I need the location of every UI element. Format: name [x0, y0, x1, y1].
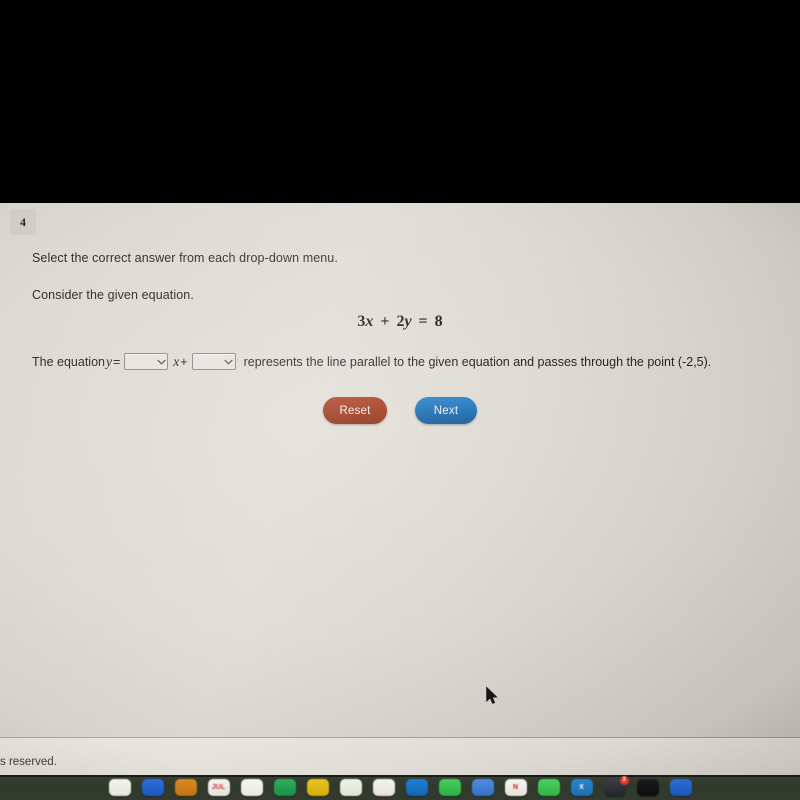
app-icon-green-facetime[interactable] [438, 779, 461, 796]
app-icon-green-chat[interactable] [537, 779, 560, 796]
app-icon-white-contacts[interactable] [240, 779, 263, 796]
app-icon-blue-document[interactable] [141, 779, 164, 796]
equation-operator: + [380, 313, 390, 330]
dock-notification-badge: 3 [619, 776, 629, 785]
app-icon-maps[interactable] [339, 779, 362, 796]
action-button-row: Reset Next [0, 397, 800, 424]
answer-sentence: The equation y = x + represents the line… [32, 353, 711, 370]
equation-var-x: x [365, 313, 374, 330]
question-number-badge: 4 [10, 209, 36, 235]
answer-lead-text: The equation [32, 354, 105, 369]
app-icon-yellow-notes[interactable] [306, 779, 329, 796]
given-equation: 3x +2y = 8 [0, 313, 800, 331]
app-icon-netflix[interactable]: N [504, 779, 527, 796]
intercept-dropdown[interactable] [191, 353, 236, 370]
instruction-text: Select the correct answer from each drop… [32, 251, 338, 265]
app-icon-dark-safari[interactable]: 3 [603, 776, 629, 796]
equation-var-y: y [404, 313, 412, 330]
equation-equals-sign: = [418, 313, 428, 330]
dock-icon-glyph: X [579, 784, 584, 791]
photographed-screen-frame: 4 Select the correct answer from each dr… [0, 0, 800, 800]
answer-plus-sign: + [180, 354, 188, 369]
equation-constant: 8 [434, 313, 443, 330]
chevron-down-icon [155, 354, 167, 369]
answer-var-x: x [173, 353, 180, 369]
app-icon-blue-messages[interactable] [471, 779, 494, 796]
app-icon-photos[interactable] [372, 779, 395, 796]
app-icon-green-globe[interactable] [273, 779, 296, 796]
next-button[interactable]: Next [415, 397, 477, 424]
app-icon-colored-squares[interactable] [108, 779, 131, 796]
answer-tail-text: represents the line parallel to the give… [243, 354, 712, 369]
macos-dock[interactable]: JUL N X 3 [0, 775, 800, 800]
answer-equals-sign: = [112, 354, 121, 369]
app-icon-blue-x[interactable]: X [570, 779, 593, 796]
app-icon-orange-swirl[interactable] [174, 779, 197, 796]
prompt-text: Consider the given equation. [32, 288, 194, 302]
chevron-down-icon [223, 354, 235, 369]
reset-button[interactable]: Reset [323, 397, 387, 424]
app-icon-calendar-jul[interactable]: JUL [207, 779, 230, 796]
footer-bar: s reserved. [0, 738, 800, 775]
dock-icon-glyph: N [512, 784, 519, 791]
copyright-text: s reserved. [0, 756, 57, 768]
app-icon-black-tiktok[interactable] [636, 779, 659, 796]
app-icon-blue-round[interactable] [405, 779, 428, 796]
quiz-page: 4 Select the correct answer from each dr… [0, 203, 800, 775]
dock-icon-glyph: JUL [211, 784, 226, 791]
answer-var-y: y [105, 353, 112, 369]
app-icon-blue-zoom[interactable] [669, 779, 692, 796]
slope-dropdown[interactable] [124, 353, 169, 370]
